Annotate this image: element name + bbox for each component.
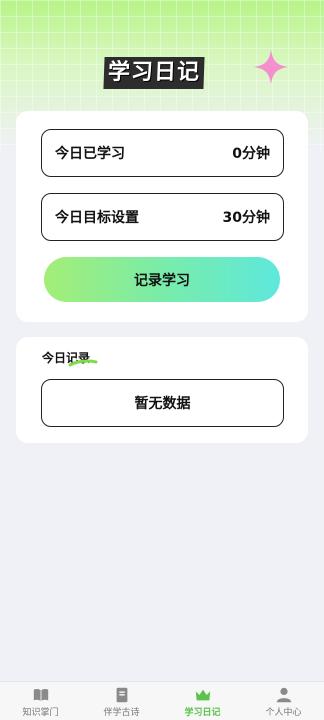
tab-label: 知识掌门 [22, 708, 59, 718]
tab-study-diary[interactable]: 学习日记 [162, 682, 243, 720]
sparkle-icon [253, 49, 289, 85]
highlight-underline-icon [68, 359, 98, 367]
today-studied-row: 今日已学习 0分钟 [41, 129, 284, 177]
tab-poetry[interactable]: 伴学古诗 [81, 682, 162, 720]
today-studied-value: 0分钟 [232, 146, 270, 162]
page-title: 学习日记 [103, 57, 205, 89]
scroll-icon [116, 687, 127, 703]
daily-goal-row[interactable]: 今日目标设置 30分钟 [41, 193, 284, 241]
book-icon [33, 689, 48, 702]
bottom-tab-bar: 知识掌门 伴学古诗 学习日记 个人中心 [0, 681, 324, 720]
daily-goal-value: 30分钟 [222, 210, 270, 226]
tab-label: 伴学古诗 [103, 708, 140, 718]
tab-label: 个人中心 [265, 708, 302, 718]
study-summary-card: 今日已学习 0分钟 今日目标设置 30分钟 记录学习 [16, 111, 308, 322]
daily-goal-label: 今日目标设置 [55, 210, 139, 226]
record-study-button[interactable]: 记录学习 [44, 257, 280, 302]
today-records-card: 今日记录 暂无数据 [16, 337, 308, 443]
crown-icon [195, 689, 210, 701]
tab-label: 学习日记 [184, 708, 221, 718]
tab-profile[interactable]: 个人中心 [243, 682, 324, 720]
page-title-wrap: 学习日记 [103, 56, 205, 90]
tab-knowledge[interactable]: 知识掌门 [0, 682, 81, 720]
empty-state: 暂无数据 [41, 379, 284, 427]
person-icon [276, 687, 291, 703]
today-studied-label: 今日已学习 [55, 146, 125, 162]
